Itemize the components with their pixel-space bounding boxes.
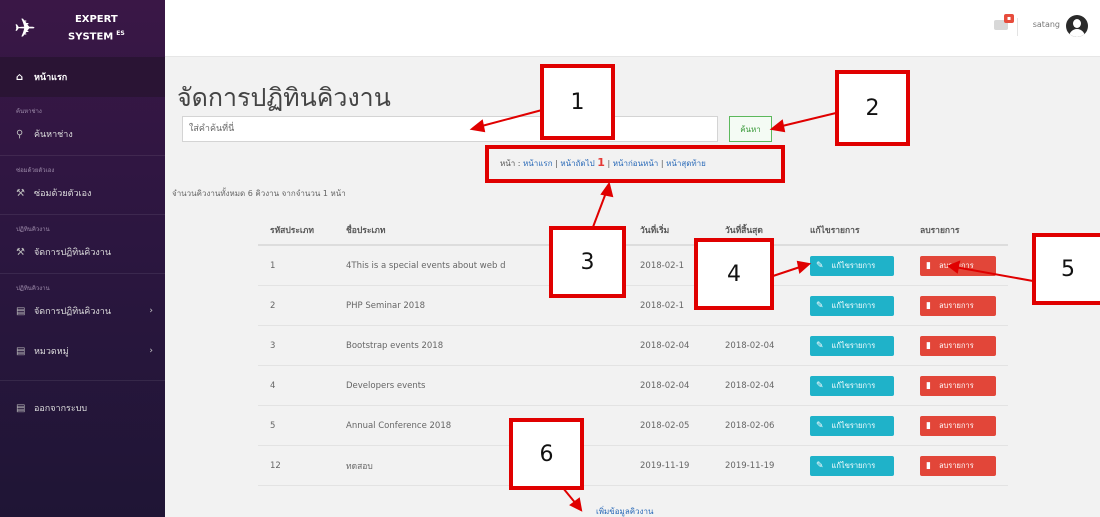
annotation-arrowhead [469,119,486,133]
annotation-4: 4 [694,238,774,310]
annotation-arrowhead [796,260,812,274]
annotation-arrowhead [769,119,786,133]
annotation-arrowhead [946,260,961,274]
annotation-arrowhead [600,181,614,198]
annotation-arrow [477,109,543,128]
annotation-6: 6 [509,418,584,490]
annotation-2: 2 [835,70,910,146]
annotation-1: 1 [540,64,615,140]
annotation-arrow [954,266,1034,282]
annotation-arrow [777,112,837,128]
annotation-3: 3 [549,226,626,298]
annotation-5: 5 [1032,233,1100,305]
